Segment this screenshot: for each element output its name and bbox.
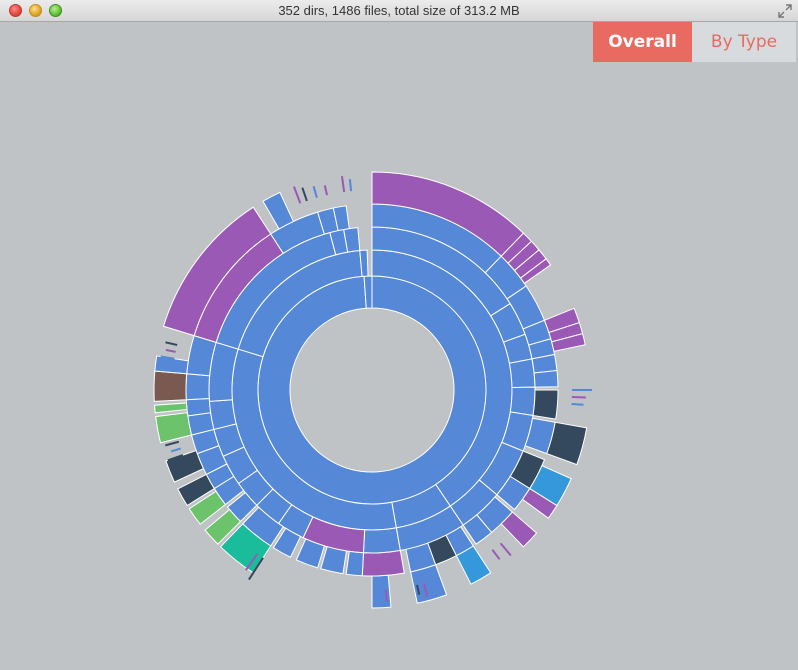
sunburst-segment[interactable] <box>345 550 364 577</box>
sunburst-segment[interactable] <box>185 398 212 417</box>
sunburst-segment[interactable] <box>361 549 405 577</box>
sunburst-segment[interactable] <box>532 389 559 420</box>
sunburst-segment[interactable] <box>508 358 536 389</box>
sunburst-svg <box>153 171 592 609</box>
sunburst-segment[interactable] <box>533 370 559 388</box>
sunburst-segment[interactable] <box>262 191 295 230</box>
small-file-mark[interactable] <box>571 402 584 406</box>
sunburst-segment[interactable] <box>185 373 211 401</box>
sunburst-segment[interactable] <box>153 402 188 414</box>
small-file-mark[interactable] <box>301 187 308 202</box>
small-file-mark[interactable] <box>165 440 180 447</box>
small-file-mark[interactable] <box>170 447 182 453</box>
small-file-mark[interactable] <box>499 542 512 557</box>
small-file-mark[interactable] <box>165 348 176 353</box>
sunburst-segment[interactable] <box>362 527 401 554</box>
sunburst-segment[interactable] <box>257 275 487 505</box>
sunburst-segment[interactable] <box>165 449 205 483</box>
small-file-mark[interactable] <box>165 341 178 346</box>
sunburst-segment[interactable] <box>410 564 448 604</box>
sunburst-segment[interactable] <box>320 546 348 575</box>
small-file-mark[interactable] <box>348 179 353 192</box>
small-file-mark[interactable] <box>323 185 328 196</box>
sunburst-segments <box>153 171 588 609</box>
sunburst-segment[interactable] <box>509 386 536 417</box>
small-file-mark[interactable] <box>312 185 318 199</box>
small-file-mark[interactable] <box>384 589 388 602</box>
window-title: 352 dirs, 1486 files, total size of 313.… <box>278 3 520 18</box>
title-bar: 352 dirs, 1486 files, total size of 313.… <box>0 0 798 22</box>
sunburst-segment[interactable] <box>371 574 392 609</box>
small-file-mark[interactable] <box>340 175 346 193</box>
sunburst-segment[interactable] <box>208 399 237 431</box>
sunburst-segment[interactable] <box>153 370 188 402</box>
small-file-mark[interactable] <box>292 186 302 204</box>
disk-usage-sunburst <box>0 22 798 670</box>
small-file-mark[interactable] <box>491 549 501 560</box>
fullscreen-icon[interactable] <box>778 4 792 18</box>
sunburst-segment[interactable] <box>155 412 193 444</box>
